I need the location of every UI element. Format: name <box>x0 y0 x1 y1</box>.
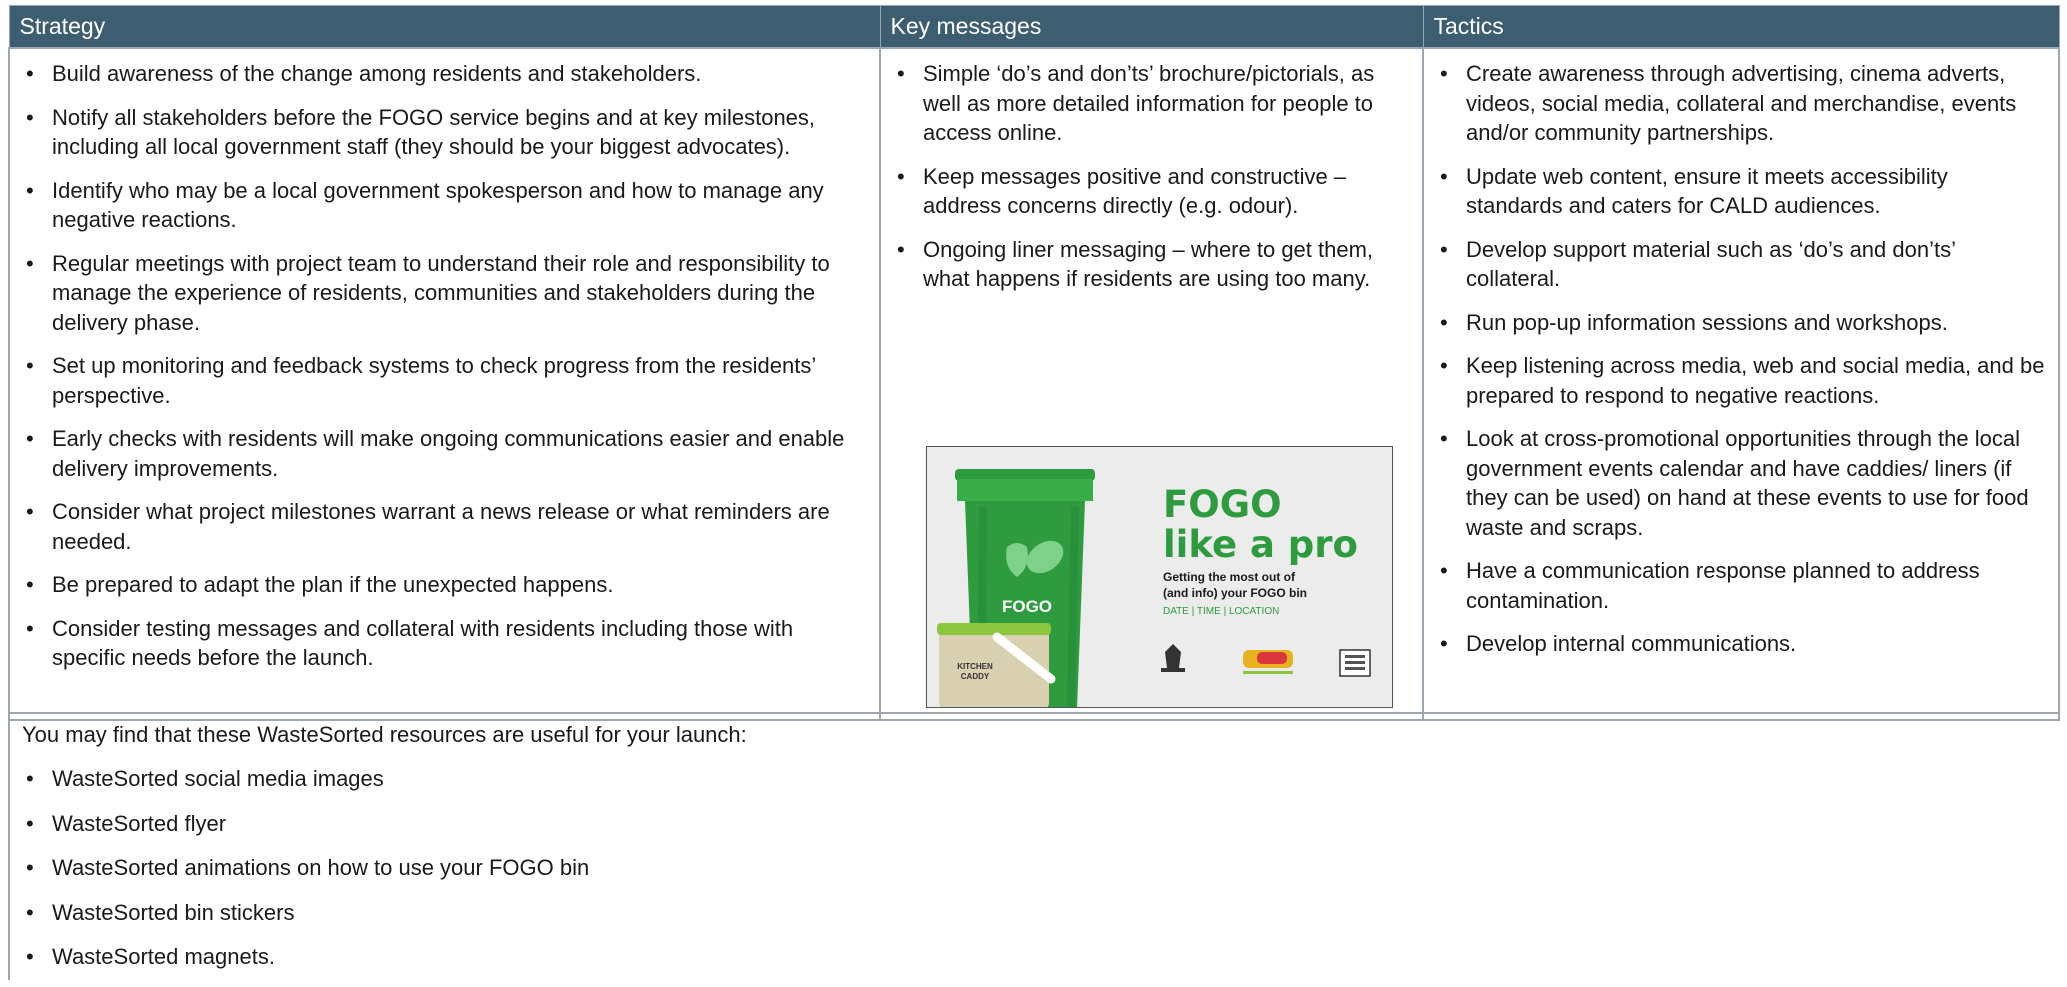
list-item: Develop support material such as ‘do’s a… <box>1434 235 2048 294</box>
fogo-promo-image: FOGO KITCHEN CADDY FOGO like a pro Getti… <box>926 446 1393 708</box>
list-item: Consider what project milestones warrant… <box>20 497 869 556</box>
tactics-list: Create awareness through advertising, ci… <box>1434 59 2048 659</box>
promo-headline-1: FOGO <box>1163 483 1282 526</box>
list-item: WasteSorted flyer <box>20 809 2056 839</box>
kitchen-caddy-icon: KITCHEN CADDY <box>937 623 1056 707</box>
header-strategy: Strategy <box>8 5 881 49</box>
list-item: Ongoing liner messaging – where to get t… <box>891 235 1412 294</box>
promo-details: DATE | TIME | LOCATION <box>1163 606 1279 617</box>
strategy-list: Build awareness of the change among resi… <box>20 59 869 673</box>
list-item: WasteSorted social media images <box>20 764 2056 794</box>
header-key-messages: Key messages <box>879 5 1424 49</box>
list-item: Create awareness through advertising, ci… <box>1434 59 2048 148</box>
divider <box>8 712 2058 714</box>
resources-list: WasteSorted social media images WasteSor… <box>20 764 2056 972</box>
list-item: WasteSorted magnets. <box>20 942 2056 972</box>
list-item: Keep messages positive and constructive … <box>891 162 1412 221</box>
key-messages-list: Simple ‘do’s and don’ts’ brochure/pictor… <box>891 59 1412 294</box>
promo-sub-1: Getting the most out of <box>1163 570 1296 584</box>
list-item: Develop internal communications. <box>1434 629 2048 659</box>
list-item: Have a communication response planned to… <box>1434 556 2048 615</box>
resources-section: You may find that these WasteSorted reso… <box>10 720 2056 987</box>
communications-plan: Strategy Key messages Tactics Build awar… <box>8 5 2060 980</box>
qr-code-icon <box>1339 649 1371 677</box>
strategy-cell: Build awareness of the change among resi… <box>8 47 881 721</box>
list-item: Build awareness of the change among resi… <box>20 59 869 89</box>
list-item: Early checks with residents will make on… <box>20 424 869 483</box>
list-item: Be prepared to adapt the plan if the une… <box>20 570 869 600</box>
table-header-row: Strategy Key messages Tactics <box>8 5 2060 49</box>
resources-intro: You may find that these WasteSorted reso… <box>22 722 747 747</box>
header-tactics: Tactics <box>1422 5 2060 49</box>
caddy-label-2: CADDY <box>961 672 990 681</box>
tactics-cell: Create awareness through advertising, ci… <box>1422 47 2060 721</box>
list-item: Update web content, ensure it meets acce… <box>1434 162 2048 221</box>
list-item: Keep listening across media, web and soc… <box>1434 351 2048 410</box>
list-item: Notify all stakeholders before the FOGO … <box>20 103 869 162</box>
list-item: Identify who may be a local government s… <box>20 176 869 235</box>
promo-headline-2: like a pro <box>1163 523 1358 566</box>
promo-sub-2: (and info) your FOGO bin <box>1163 586 1307 600</box>
list-item: Run pop-up information sessions and work… <box>1434 308 2048 338</box>
list-item: Simple ‘do’s and don’ts’ brochure/pictor… <box>891 59 1412 148</box>
list-item: Set up monitoring and feedback systems t… <box>20 351 869 410</box>
list-item: WasteSorted animations on how to use you… <box>20 853 2056 883</box>
list-item: Consider testing messages and collateral… <box>20 614 869 673</box>
list-item: WasteSorted bin stickers <box>20 898 2056 928</box>
bin-label: FOGO <box>1002 597 1052 616</box>
list-item: Look at cross-promotional opportunities … <box>1434 424 2048 542</box>
caddy-label-1: KITCHEN <box>957 662 993 671</box>
list-item: Regular meetings with project team to un… <box>20 249 869 338</box>
